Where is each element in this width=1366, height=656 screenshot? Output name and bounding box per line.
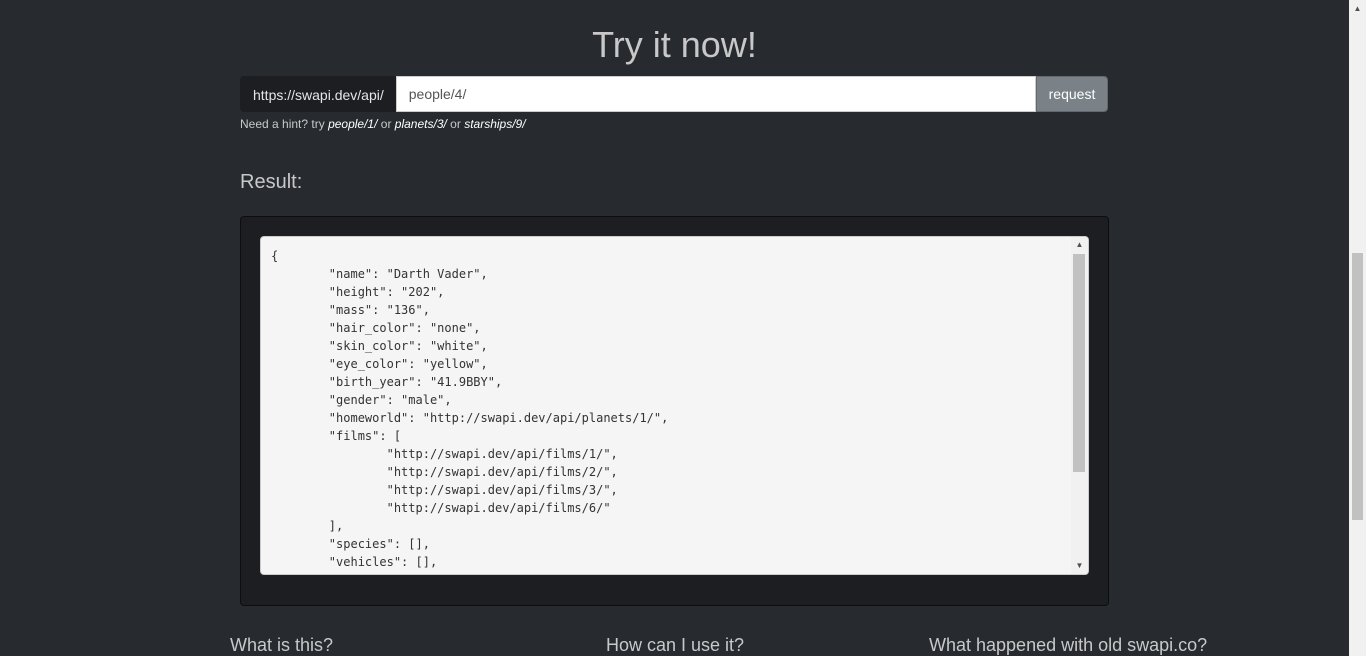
scroll-down-arrow-icon[interactable]: ▼ (1071, 558, 1088, 574)
scroll-up-arrow-icon[interactable]: ▲ (1349, 0, 1366, 17)
scroll-up-arrow-icon[interactable]: ▲ (1071, 237, 1088, 253)
how-can-i-use-it-heading: How can I use it? (606, 635, 745, 655)
hint-example-starships[interactable]: starships/9/ (464, 117, 525, 131)
page-scroll-thumb[interactable] (1352, 253, 1363, 520)
result-scroll-thumb[interactable] (1073, 254, 1085, 472)
result-output[interactable]: { "name": "Darth Vader", "height": "202"… (260, 236, 1089, 575)
result-heading: Result: (240, 171, 303, 193)
old-swapi-heading: What happened with old swapi.co? (929, 635, 1208, 655)
result-json: { "name": "Darth Vader", "height": "202"… (271, 249, 669, 569)
hint-or: or (377, 117, 395, 131)
page: Try it now! https://swapi.dev/api/ reque… (0, 0, 1366, 656)
request-input-group: https://swapi.dev/api/ request (240, 76, 1108, 112)
main-content: Try it now! https://swapi.dev/api/ reque… (0, 0, 1349, 656)
hint-example-people[interactable]: people/1/ (328, 117, 377, 131)
base-url-addon: https://swapi.dev/api/ (240, 76, 396, 112)
hint-or: or (446, 117, 465, 131)
page-scrollbar[interactable]: ▲ (1349, 0, 1366, 656)
request-button[interactable]: request (1036, 76, 1108, 112)
path-input[interactable] (395, 76, 1036, 112)
result-well: { "name": "Darth Vader", "height": "202"… (240, 216, 1109, 606)
hint-prefix: Need a hint? try (240, 117, 329, 131)
hint-text: Need a hint? try people/1/ or planets/3/… (240, 116, 526, 132)
page-title: Try it now! (592, 24, 757, 65)
what-is-this-heading: What is this? (230, 635, 334, 655)
result-scrollbar[interactable]: ▲ ▼ (1071, 237, 1088, 574)
hint-example-planets[interactable]: planets/3/ (395, 117, 447, 131)
